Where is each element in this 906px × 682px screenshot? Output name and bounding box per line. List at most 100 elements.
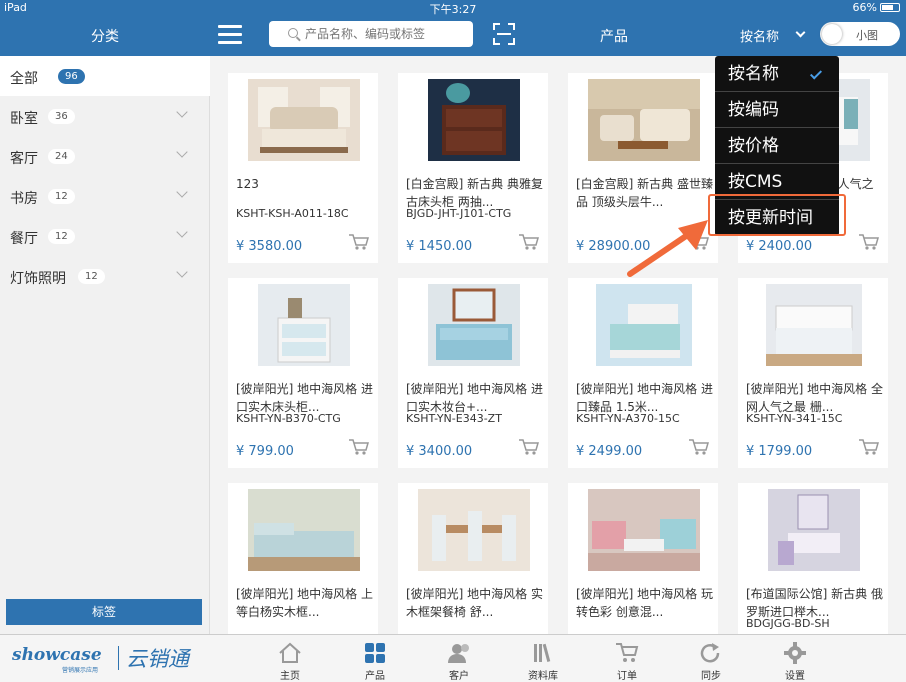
product-image — [428, 284, 520, 366]
count-badge: 96 — [58, 69, 85, 84]
product-card[interactable]: [彼岸阳光] 地中海风格 进口实木床头柜... KSHT-YN-B370-CTG… — [228, 278, 378, 468]
cart-icon[interactable] — [858, 438, 880, 456]
tab-home[interactable]: 主页 — [260, 637, 320, 682]
page-title: 产品 — [600, 29, 628, 45]
product-price: ¥ 2499.00 — [576, 444, 643, 459]
sidebar-item-bedroom[interactable]: 卧室 36 — [0, 96, 210, 136]
annotation-arrow-icon — [627, 220, 708, 277]
battery-indicator: 66% — [853, 1, 900, 14]
tab-settings[interactable]: 设置 — [765, 637, 825, 682]
sidebar-item-study[interactable]: 书房 12 — [0, 176, 210, 216]
count-badge: 36 — [48, 109, 75, 124]
brand-logo: showcase 营销展示应用 云销通 — [12, 643, 202, 675]
cart-icon[interactable] — [858, 233, 880, 251]
search-icon — [288, 28, 298, 38]
product-name: [布道国际公馆] 新古典 俄罗斯进口榉木... — [746, 587, 883, 619]
sidebar-item-label: 餐厅 — [10, 231, 38, 247]
toggle-knob — [822, 24, 842, 44]
product-card[interactable]: [彼岸阳光] 地中海风格 玩转色彩 创意混... — [568, 483, 718, 634]
sort-option-code[interactable]: 按编码 — [715, 92, 839, 128]
sidebar-item-all[interactable]: 全部 96 — [0, 56, 210, 96]
tab-label: 同步 — [701, 671, 721, 682]
tab-customers[interactable]: 客户 — [429, 637, 489, 682]
product-name: [白金宫殿] 新古典 盛世臻品 顶级头层牛... — [576, 177, 713, 209]
cart-icon[interactable] — [518, 438, 540, 456]
product-price: ¥ 3400.00 — [406, 444, 473, 459]
product-price: ¥ 1799.00 — [746, 444, 813, 459]
product-image — [766, 284, 862, 366]
product-code: BDGJGG-BD-SH — [746, 617, 830, 630]
scan-icon[interactable] — [493, 23, 515, 45]
product-image — [596, 284, 692, 366]
product-name: [彼岸阳光] 地中海风格 实木框架餐椅 舒... — [406, 587, 543, 619]
category-sidebar: 全部 96 卧室 36 客厅 24 书房 12 餐厅 12 灯饰照明 12 标签 — [0, 56, 210, 634]
product-name: [白金宫殿] 新古典 典雅复古床头柜 两抽... — [406, 177, 543, 209]
product-card[interactable]: [彼岸阳光] 地中海风格 进口臻品 1.5米... KSHT-YN-A370-1… — [568, 278, 718, 468]
highlight-box — [708, 194, 846, 236]
cart-icon[interactable] — [688, 438, 710, 456]
brand-cn: 云销通 — [126, 647, 189, 671]
toggle-label: 小图 — [856, 29, 878, 42]
search-input[interactable] — [269, 21, 473, 47]
product-image — [248, 79, 360, 161]
users-icon — [448, 644, 469, 663]
view-size-toggle[interactable]: 小图 — [820, 22, 900, 46]
product-card[interactable]: 123 KSHT-KSH-A011-18C ¥ 3580.00 — [228, 73, 378, 263]
tab-library[interactable]: 资料库 — [513, 637, 573, 682]
product-image — [248, 489, 360, 571]
product-image — [418, 489, 530, 571]
menu-icon[interactable] — [218, 25, 242, 45]
product-price: ¥ 3580.00 — [236, 239, 303, 254]
cart-icon[interactable] — [518, 233, 540, 251]
product-price: ¥ 1450.00 — [406, 239, 473, 254]
product-card[interactable]: [彼岸阳光] 地中海风格 上等白杨实木框... — [228, 483, 378, 634]
tag-button[interactable]: 标签 — [6, 599, 202, 625]
product-card[interactable]: [彼岸阳光] 地中海风格 实木框架餐椅 舒... — [398, 483, 548, 634]
product-code: KSHT-YN-B370-CTG — [236, 412, 341, 425]
gear-icon — [784, 642, 806, 664]
chevron-down-icon — [176, 106, 188, 118]
product-card[interactable]: [布道国际公馆] 新古典 俄罗斯进口榉木... BDGJGG-BD-SH — [738, 483, 888, 634]
product-name: [彼岸阳光] 地中海风格 全网人气之最 栅... — [746, 382, 883, 414]
tab-products[interactable]: 产品 — [345, 637, 405, 682]
chevron-down-icon — [176, 146, 188, 158]
chevron-down-icon[interactable] — [795, 27, 806, 38]
product-price: ¥ 799.00 — [236, 444, 294, 459]
sidebar-item-dining[interactable]: 餐厅 12 — [0, 216, 210, 256]
top-header: 分类 产品 按名称 小图 — [0, 16, 906, 56]
cart-icon[interactable] — [348, 438, 370, 456]
product-card[interactable]: [白金宫殿] 新古典 典雅复古床头柜 两抽... BJGD-JHT-J101-C… — [398, 73, 548, 263]
category-heading: 分类 — [91, 29, 119, 45]
count-badge: 12 — [48, 189, 75, 204]
tab-sync[interactable]: 同步 — [681, 637, 741, 682]
product-code: KSHT-YN-A370-15C — [576, 412, 680, 425]
sort-dropdown-button[interactable]: 按名称 — [740, 26, 779, 45]
product-code: BJGD-JHT-J101-CTG — [406, 207, 512, 220]
product-price: ¥ 2400.00 — [746, 239, 813, 254]
cart-icon[interactable] — [348, 233, 370, 251]
sidebar-item-living-room[interactable]: 客厅 24 — [0, 136, 210, 176]
sidebar-item-lighting[interactable]: 灯饰照明 12 — [0, 256, 210, 296]
product-card[interactable]: [彼岸阳光] 地中海风格 进口实木妆台+... KSHT-YN-E343-ZT … — [398, 278, 548, 468]
product-card[interactable]: [彼岸阳光] 地中海风格 全网人气之最 栅... KSHT-YN-341-15C… — [738, 278, 888, 468]
tab-label: 设置 — [785, 671, 805, 682]
product-code: KSHT-YN-341-15C — [746, 412, 843, 425]
sort-option-price[interactable]: 按价格 — [715, 128, 839, 164]
clock: 下午3:27 — [429, 3, 477, 16]
brand-name: showcase — [12, 645, 102, 665]
product-image — [768, 489, 860, 571]
product-image — [588, 489, 700, 571]
books-icon — [534, 643, 551, 662]
sidebar-item-label: 书房 — [10, 191, 38, 207]
count-badge: 24 — [48, 149, 75, 164]
sync-icon — [700, 643, 720, 663]
product-name: [彼岸阳光] 地中海风格 进口实木妆台+... — [406, 382, 543, 414]
tab-label: 产品 — [365, 671, 385, 682]
sidebar-item-label: 灯饰照明 — [10, 271, 66, 287]
sidebar-item-label: 全部 — [10, 71, 38, 87]
product-code: KSHT-YN-E343-ZT — [406, 412, 502, 425]
tab-orders[interactable]: 订单 — [597, 637, 657, 682]
sort-option-name[interactable]: 按名称 — [715, 56, 839, 92]
product-code: KSHT-KSH-A011-18C — [236, 207, 349, 220]
product-name: 123 — [236, 177, 259, 191]
